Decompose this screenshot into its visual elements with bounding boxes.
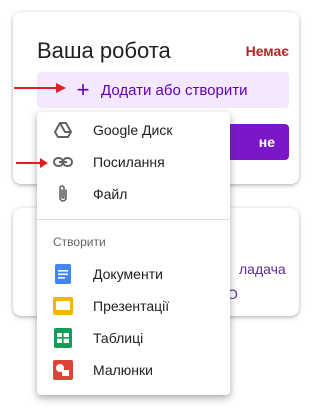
menu-item-label: Google Диск	[93, 122, 173, 138]
menu-item-label: Презентації	[93, 298, 170, 314]
menu-item-label: Посилання	[93, 154, 165, 170]
add-or-create-button[interactable]: + Додати або створити	[37, 72, 289, 108]
add-create-menu: Google Диск Посилання Файл Створити Доку…	[37, 112, 230, 395]
menu-item-label: Документи	[93, 266, 163, 282]
google-drive-icon	[53, 120, 73, 140]
menu-item-link[interactable]: Посилання	[37, 147, 230, 177]
slides-icon	[53, 296, 73, 316]
menu-item-label: Малюнки	[93, 362, 153, 378]
menu-item-drawings[interactable]: Малюнки	[37, 355, 230, 385]
menu-item-slides[interactable]: Презентації	[37, 291, 230, 321]
menu-divider	[37, 219, 230, 220]
drawings-icon	[53, 360, 73, 380]
create-section-label: Створити	[53, 235, 106, 249]
submit-button-label: не	[258, 134, 275, 150]
menu-item-label: Файл	[93, 186, 128, 202]
docs-icon	[53, 264, 73, 284]
menu-item-file[interactable]: Файл	[37, 179, 230, 209]
add-or-create-label: Додати або створити	[101, 81, 248, 99]
card-title: Ваша робота	[37, 38, 171, 63]
menu-item-google-drive[interactable]: Google Диск	[37, 115, 230, 145]
menu-item-sheets[interactable]: Таблиці	[37, 323, 230, 353]
link-icon	[53, 152, 73, 172]
arrow-icon	[14, 83, 66, 93]
menu-item-docs[interactable]: Документи	[37, 259, 230, 289]
teacher-label: ладача	[239, 261, 286, 277]
menu-item-label: Таблиці	[93, 330, 144, 346]
arrow-icon	[16, 158, 48, 168]
status-label: Немає	[245, 43, 289, 59]
sheets-icon	[53, 328, 73, 348]
paperclip-icon	[53, 184, 73, 204]
plus-icon: +	[76, 77, 90, 102]
